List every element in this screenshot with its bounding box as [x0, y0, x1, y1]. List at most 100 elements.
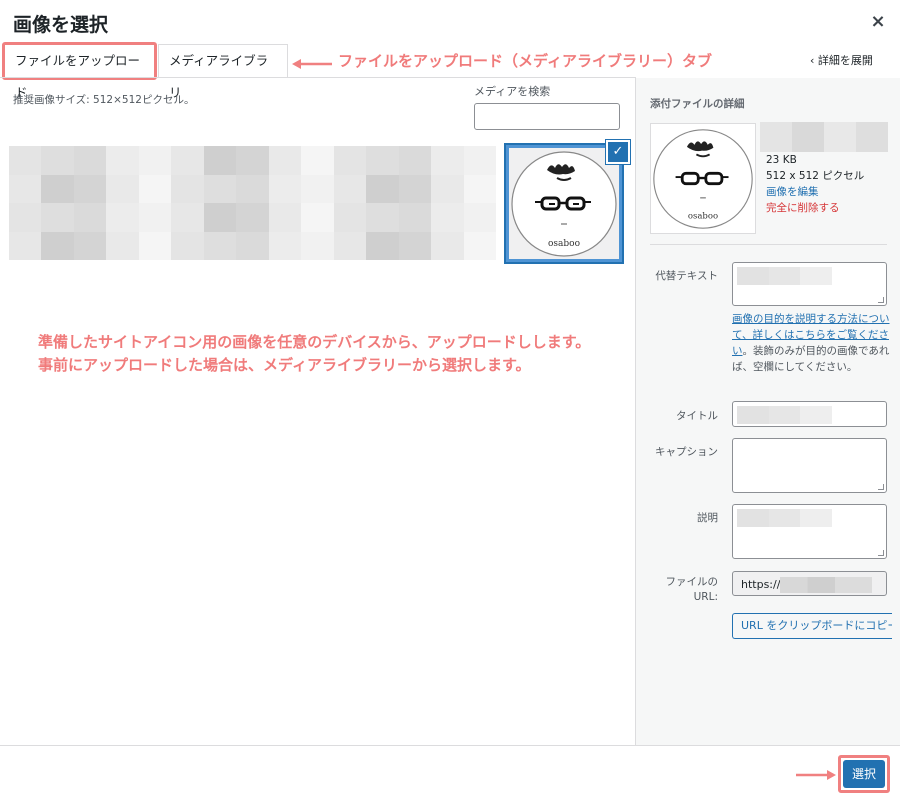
- blurred-media-tile: [203, 174, 237, 203]
- title-label: タイトル: [676, 410, 718, 422]
- title-input[interactable]: [732, 401, 887, 427]
- title-blurred: [737, 406, 833, 424]
- blurred-media-tile: [333, 203, 367, 232]
- file-url-blurred: [780, 577, 873, 593]
- blurred-media-tile: [463, 174, 496, 203]
- blurred-media-tile: [463, 203, 496, 232]
- tab-upload-files[interactable]: ファイルをアップロード: [2, 42, 157, 100]
- blurred-media-tile: [138, 231, 172, 260]
- filename-blurred: [760, 122, 888, 152]
- tab-media-library[interactable]: メディアライブラリ: [158, 44, 288, 100]
- blurred-media-tile: [9, 146, 42, 175]
- blurred-media-tile: [463, 231, 496, 260]
- blurred-media-tile: [398, 203, 432, 232]
- blurred-media-tile: [268, 146, 302, 175]
- blurred-media-tile: [203, 203, 237, 232]
- blurred-media-tile: [268, 174, 302, 203]
- resize-grip-icon[interactable]: [878, 550, 884, 556]
- blurred-media-tile: [333, 146, 367, 175]
- blurred-media-tile: [236, 174, 269, 203]
- blurred-media-tile: [171, 231, 204, 260]
- attachment-meta: 23 KB 512 x 512 ピクセル 画像を編集 完全に削除する: [766, 152, 864, 216]
- blurred-media-tile: [366, 174, 399, 203]
- media-grid-blurred: [9, 146, 496, 260]
- blurred-media-tile: [171, 146, 204, 175]
- blurred-media-tile: [106, 174, 139, 203]
- blurred-media-tile: [73, 174, 107, 203]
- blurred-media-tile: [333, 231, 367, 260]
- blurred-media-tile: [398, 231, 432, 260]
- blurred-media-tile: [138, 174, 172, 203]
- alt-text-help: 画像の目的を説明する方法について、詳しくはこちらをご覧ください。装飾のみが目的の…: [732, 311, 890, 375]
- blurred-media-tile: [73, 231, 107, 260]
- attachment-avatar-caption: osaboo: [688, 212, 718, 222]
- blurred-media-tile: [301, 203, 334, 232]
- blurred-media-tile: [106, 146, 139, 175]
- blurred-media-tile: [301, 174, 334, 203]
- blurred-media-tile: [106, 231, 139, 260]
- avatar-image-icon: osaboo: [509, 148, 619, 259]
- edit-image-link[interactable]: 画像を編集: [766, 184, 864, 200]
- blurred-media-tile: [333, 174, 367, 203]
- media-search-input[interactable]: [474, 103, 620, 130]
- media-modal: 画像を選択 × ファイルをアップロード メディアライブラリ ファイルをアップロー…: [0, 0, 900, 799]
- file-url-field[interactable]: https://: [732, 571, 887, 596]
- alt-text-input[interactable]: [732, 262, 887, 306]
- blurred-media-tile: [236, 146, 269, 175]
- avatar-caption: osaboo: [548, 239, 580, 249]
- description-blurred: [737, 509, 833, 527]
- blurred-media-tile: [203, 231, 237, 260]
- blurred-media-tile: [366, 146, 399, 175]
- close-icon[interactable]: ×: [866, 10, 890, 34]
- annotation-body-note: 準備したサイトアイコン用の画像を任意のデバイスから、アップロードしします。 事前…: [38, 331, 700, 377]
- blurred-media-tile: [398, 174, 432, 203]
- blurred-media-tile: [463, 146, 496, 175]
- description-input[interactable]: [732, 504, 887, 559]
- select-button-highlight: 選択: [838, 755, 890, 793]
- description-label: 説明: [697, 512, 718, 524]
- caption-input[interactable]: [732, 438, 887, 493]
- blurred-media-tile: [9, 174, 42, 203]
- resize-grip-icon[interactable]: [878, 297, 884, 303]
- alt-help-text: 。装飾のみが目的の画像であれば、空欄にしてください。: [732, 345, 890, 373]
- blurred-media-tile: [73, 203, 107, 232]
- blurred-media-tile: [41, 174, 74, 203]
- blurred-media-tile: [138, 203, 172, 232]
- blurred-media-tile: [171, 203, 204, 232]
- blurred-media-tile: [73, 146, 107, 175]
- caption-label: キャプション: [655, 446, 718, 458]
- blurred-media-tile: [9, 231, 42, 260]
- tab-divider: [0, 77, 636, 78]
- expand-details-link[interactable]: ‹ 詳細を展開: [810, 52, 873, 68]
- blurred-media-tile: [366, 203, 399, 232]
- annotation-line-1: 準備したサイトアイコン用の画像を任意のデバイスから、アップロードしします。: [38, 333, 591, 351]
- blurred-media-tile: [236, 203, 269, 232]
- select-button[interactable]: 選択: [843, 760, 885, 788]
- blurred-media-tile: [398, 146, 432, 175]
- annotation-line-2: 事前にアップロードした場合は、メディアライブラリーから選択します。: [38, 356, 531, 374]
- attachment-details-heading: 添付ファイルの詳細: [650, 98, 745, 110]
- resize-grip-icon[interactable]: [878, 484, 884, 490]
- delete-permanently-link[interactable]: 完全に削除する: [766, 200, 864, 216]
- blurred-media-tile: [366, 231, 399, 260]
- selected-check-icon[interactable]: ✓: [606, 140, 630, 164]
- modal-title: 画像を選択: [13, 14, 109, 36]
- attachment-avatar-icon: osaboo: [651, 126, 755, 231]
- annotation-arrow-left-icon: [292, 59, 332, 69]
- blurred-media-tile: [41, 203, 74, 232]
- blurred-media-tile: [203, 146, 237, 175]
- search-label: メディアを検索: [474, 85, 551, 98]
- selected-media-thumbnail[interactable]: osaboo: [506, 145, 622, 262]
- blurred-media-tile: [41, 146, 74, 175]
- footer-divider: [0, 745, 900, 746]
- blurred-media-tile: [106, 203, 139, 232]
- copy-url-button[interactable]: URL をクリップボードにコピー: [732, 613, 892, 639]
- alt-text-blurred: [737, 267, 833, 285]
- file-url-label: ファイルの URL:: [636, 575, 719, 605]
- blurred-media-tile: [9, 203, 42, 232]
- file-url-value: https://: [741, 578, 781, 591]
- alt-text-label: 代替テキスト: [655, 270, 718, 282]
- attachment-details-sidebar: 添付ファイルの詳細 osaboo 23 KB 512 x 512 ピクセル 画像…: [635, 78, 900, 745]
- blurred-media-tile: [431, 203, 464, 232]
- blurred-media-tile: [301, 146, 334, 175]
